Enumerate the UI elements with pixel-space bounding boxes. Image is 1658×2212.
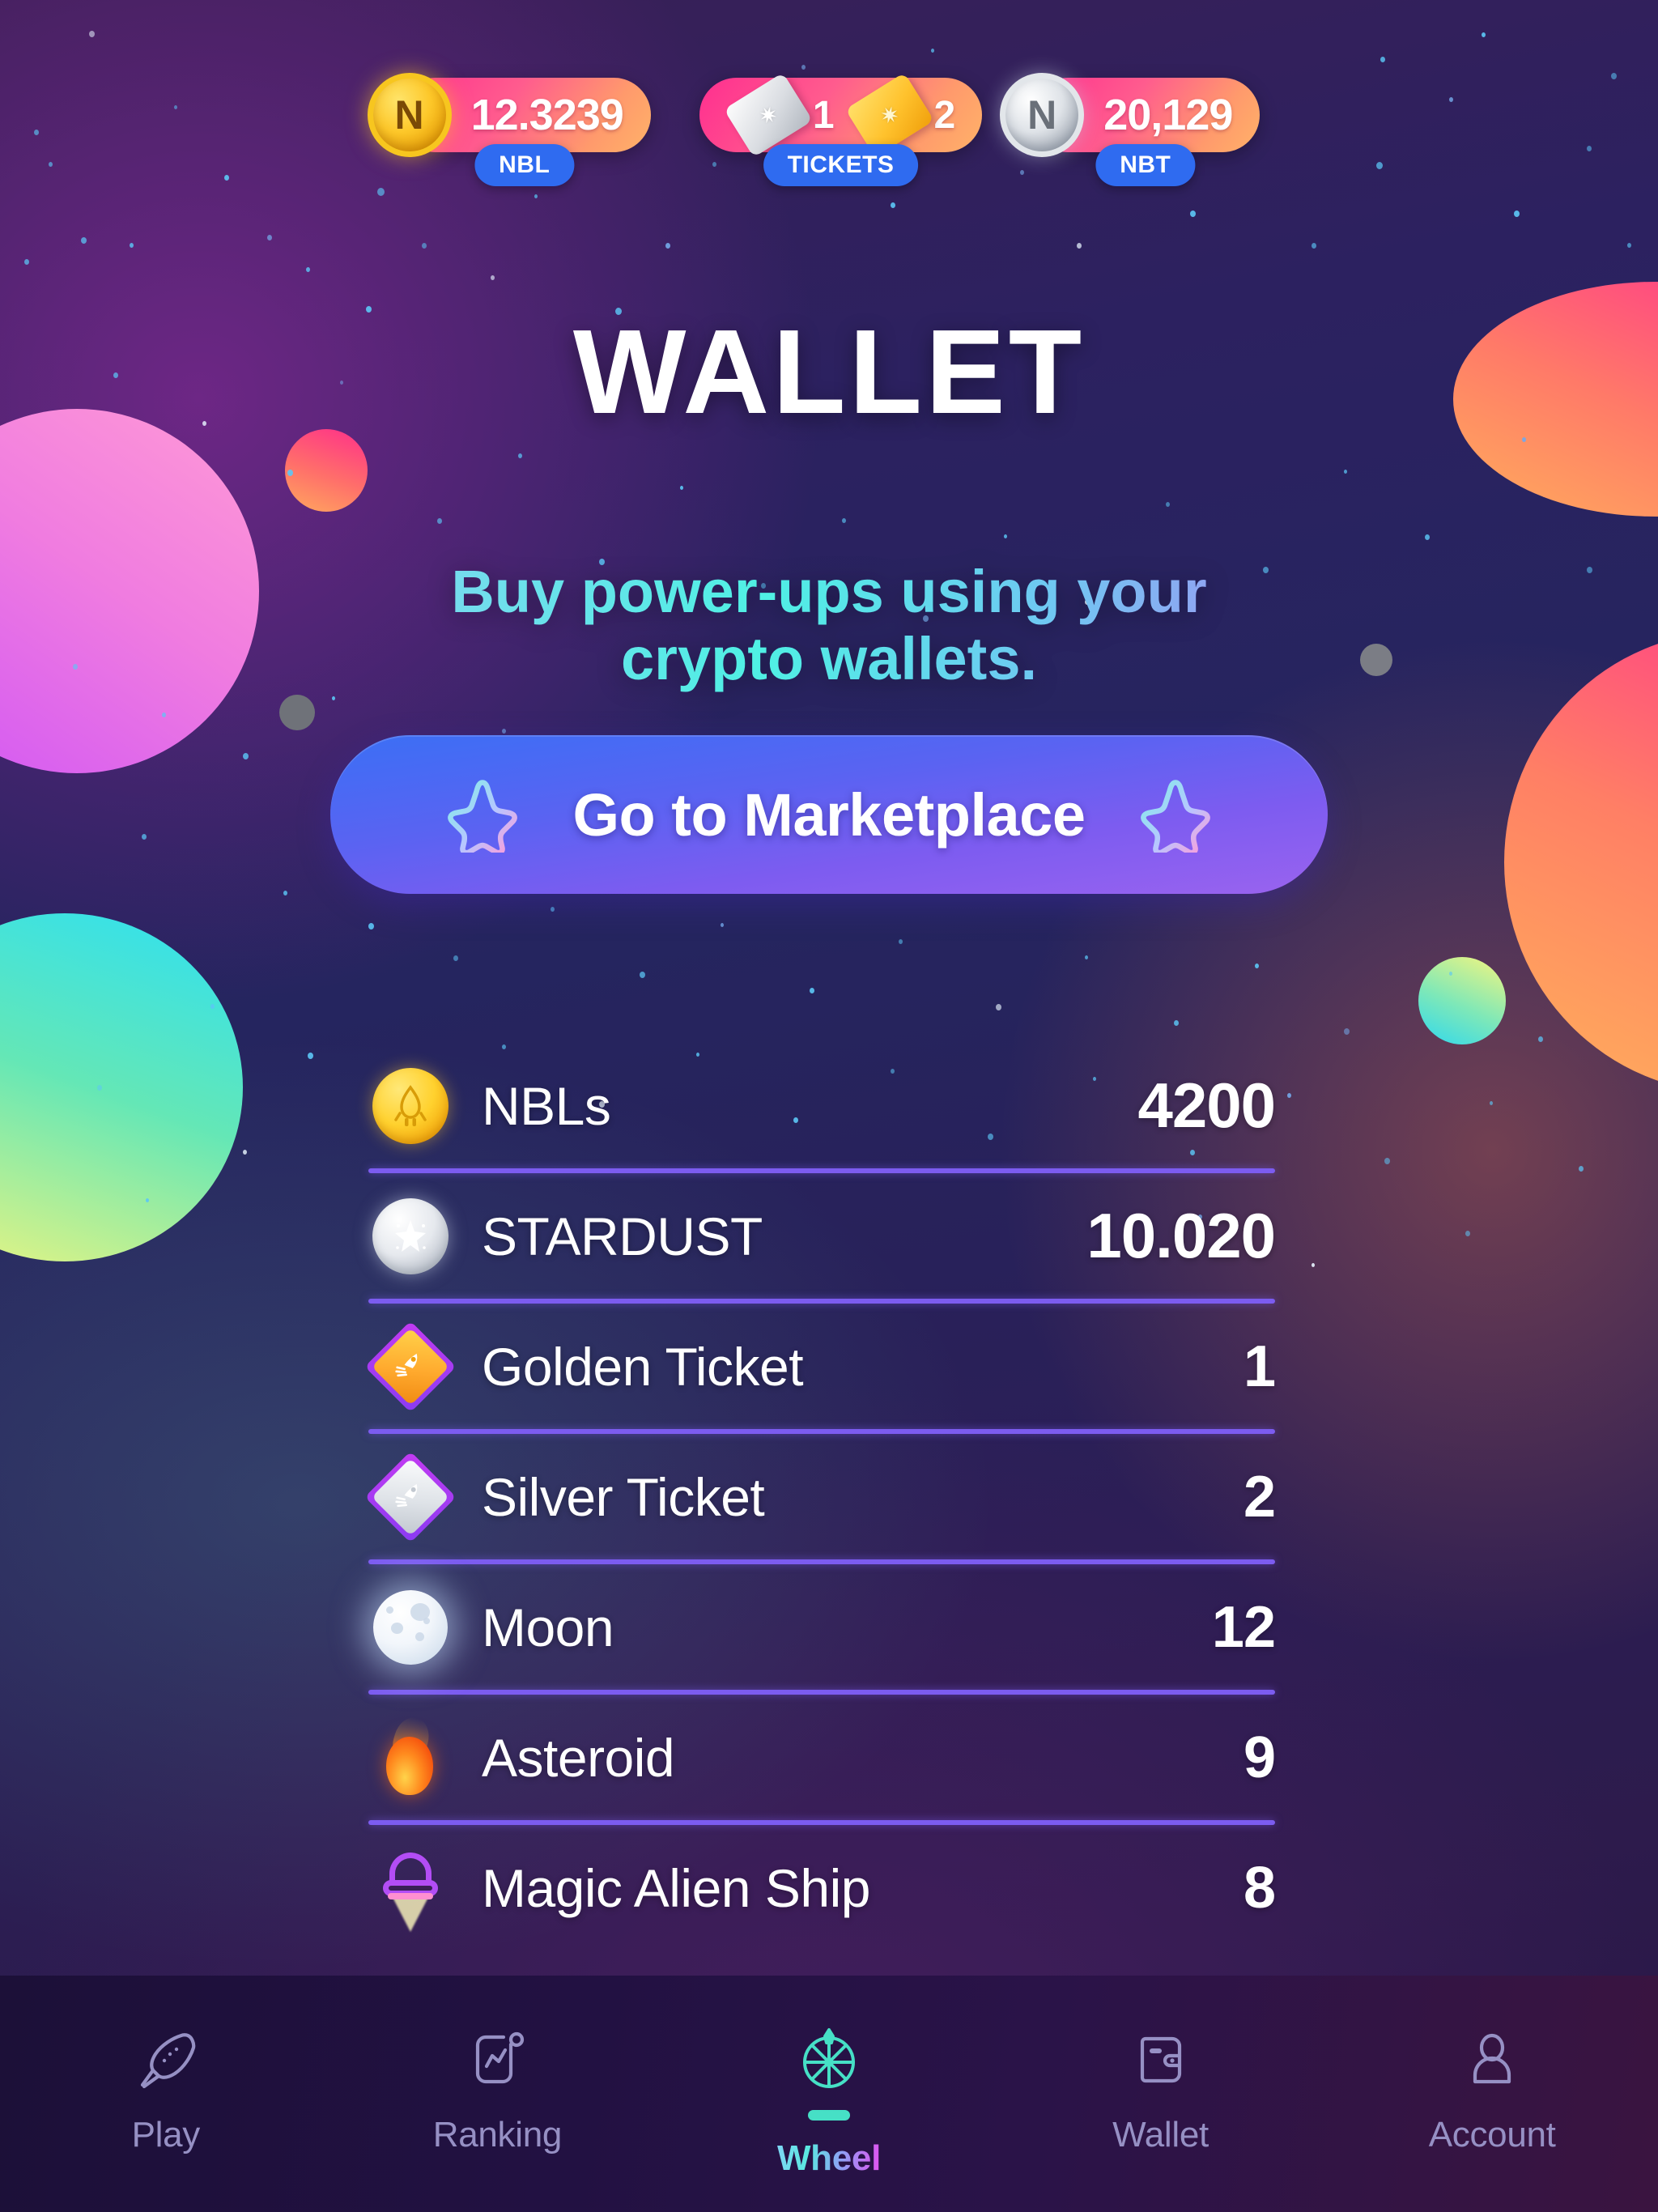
golden-ticket-count: 2: [933, 93, 956, 137]
nav-item-label: Wheel: [776, 2138, 882, 2178]
currency-pill-nbt[interactable]: N 20,129 NBT: [1000, 73, 1261, 186]
planet-orange-small: [285, 429, 368, 512]
currency-pill-nbl[interactable]: N 12.3239 NBL: [367, 73, 651, 186]
active-indicator: [807, 2110, 850, 2121]
wallet-row[interactable]: STARDUST 10.020: [368, 1173, 1276, 1299]
nbt-amount: 20,129: [1103, 91, 1233, 139]
star-outline-icon: [1140, 780, 1210, 853]
wallet-row-label: Golden Ticket: [482, 1336, 804, 1397]
wallet-row-value: 8: [1243, 1855, 1276, 1921]
wallet-row-icon: [364, 1320, 457, 1413]
wallet-row-label: NBLs: [482, 1075, 611, 1136]
wallet-row-label: Moon: [482, 1597, 614, 1657]
nav-item-ranking[interactable]: Ranking: [332, 2023, 664, 2155]
nbl-tag: NBL: [474, 144, 575, 186]
wallet-row[interactable]: NBLs 4200: [368, 1043, 1276, 1168]
wallet-row-icon: [368, 1848, 453, 1932]
wallet-row[interactable]: Asteroid 9: [368, 1695, 1276, 1820]
gold-coin-icon: N: [367, 73, 452, 157]
planet-gray-small: [279, 695, 315, 730]
wallet-balance-list: NBLs 4200 STARDUST 10.020 Golden Ticket 1 Silv…: [364, 1043, 1276, 1950]
nav-item-label: Wallet: [1112, 2115, 1209, 2155]
nav-item-play[interactable]: Play: [0, 2023, 332, 2155]
silver-ticket-count: 1: [812, 93, 835, 137]
nav-item-wheel[interactable]: Wheel: [663, 2023, 995, 2179]
nav-item-wallet[interactable]: Wallet: [995, 2023, 1327, 2155]
chart-icon: [460, 2023, 534, 2097]
go-to-marketplace-button[interactable]: Go to Marketplace: [330, 735, 1328, 894]
moon-icon: [373, 1589, 448, 1665]
wallet-row-label: Silver Ticket: [482, 1466, 765, 1527]
wallet-row-value: 12: [1211, 1594, 1276, 1660]
wallet-row[interactable]: Moon 12: [368, 1564, 1276, 1690]
wallet-row-value: 10.020: [1086, 1200, 1276, 1271]
wheel-icon: [792, 2023, 866, 2097]
subtitle-line-1: Buy power-ups using your: [451, 558, 1207, 625]
subtitle-line-2: crypto wallets.: [620, 624, 1038, 692]
wallet-row-icon: [368, 1589, 453, 1665]
nav-item-label: Account: [1428, 2115, 1556, 2155]
rocket-icon: [129, 2023, 203, 2097]
golden-ticket-icon: [364, 1320, 457, 1413]
wallet-row[interactable]: Magic Alien Ship 8: [368, 1825, 1276, 1950]
currency-pill-tickets[interactable]: ✷ 1 ✷ 2 TICKETS: [699, 72, 983, 186]
golden-ticket-icon: ✷: [844, 72, 934, 158]
silver-ticket-icon: ✷: [723, 72, 813, 158]
star-outline-icon: [448, 780, 518, 853]
magic-alien-ship-icon: [373, 1848, 448, 1932]
person-icon: [1455, 2023, 1529, 2097]
wallet-row-value: 1: [1243, 1334, 1276, 1399]
wallet-row-value: 9: [1243, 1725, 1276, 1790]
wallet-row-label: STARDUST: [482, 1206, 763, 1266]
silver-coin-icon: N: [1000, 73, 1085, 157]
wallet-row-label: Asteroid: [482, 1727, 675, 1788]
wallet-icon: [1124, 2023, 1198, 2097]
page-subtitle: Buy power-ups using your crypto wallets.: [0, 559, 1658, 693]
wallet-row[interactable]: Silver Ticket 2: [364, 1434, 1276, 1559]
wallet-row-icon: [368, 1067, 453, 1144]
currency-topbar: N 12.3239 NBL ✷ 1 ✷ 2 TICKETS N 20,129 N…: [0, 72, 1658, 186]
wallet-row-icon: [368, 1197, 453, 1274]
wallet-row-icon: [368, 1712, 453, 1797]
nbl-amount: 12.3239: [470, 91, 624, 139]
nav-item-account[interactable]: Account: [1326, 2023, 1658, 2155]
tickets-tag: TICKETS: [763, 144, 919, 186]
nbt-tag: NBT: [1095, 144, 1196, 186]
wallet-row[interactable]: Golden Ticket 1: [364, 1304, 1276, 1429]
nbl-gold-coin-icon: [372, 1067, 449, 1144]
wallet-row-value: 4200: [1137, 1070, 1276, 1141]
wallet-row-value: 2: [1243, 1464, 1276, 1529]
page-title: WALLET: [572, 305, 1086, 439]
asteroid-icon: [373, 1712, 448, 1797]
wallet-row-icon: [364, 1450, 457, 1543]
bottom-navigation: Play Ranking Wheel Wallet Account: [0, 1976, 1658, 2212]
stardust-silver-icon: [372, 1197, 449, 1274]
wallet-row-label: Magic Alien Ship: [482, 1857, 870, 1918]
nav-item-label: Ranking: [432, 2115, 563, 2155]
silver-ticket-icon: [364, 1450, 457, 1543]
marketplace-button-label: Go to Marketplace: [572, 781, 1086, 849]
planet-teal-small: [1418, 957, 1506, 1044]
nav-item-label: Play: [131, 2115, 201, 2155]
